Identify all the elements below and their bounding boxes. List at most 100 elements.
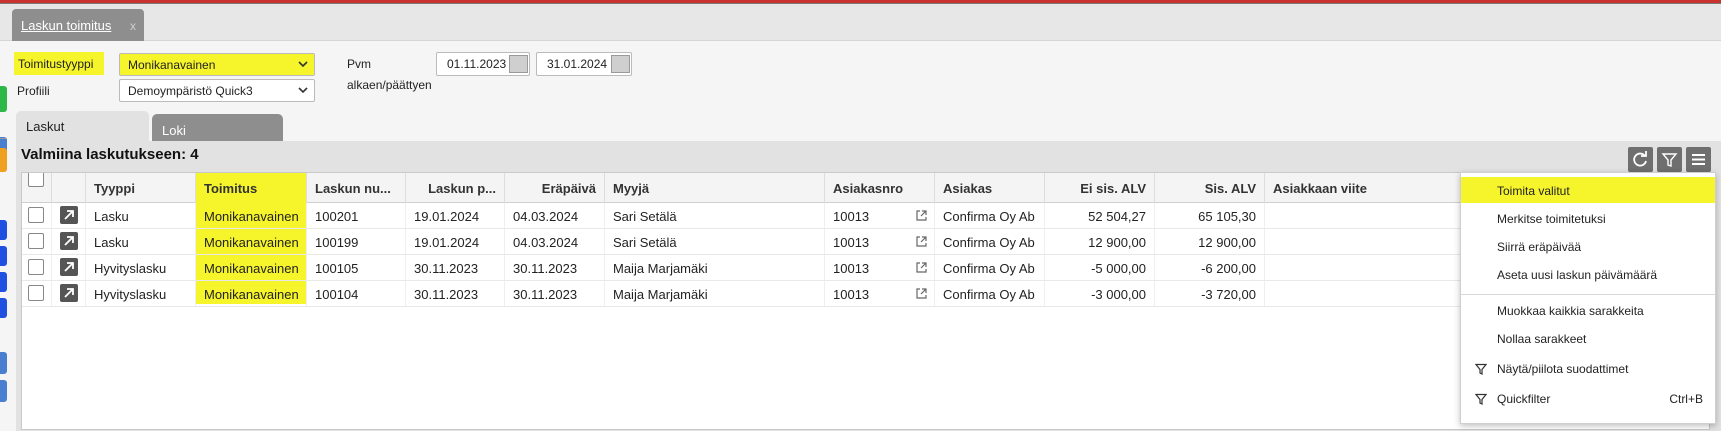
marker-orange	[0, 148, 7, 172]
delivery-type-select[interactable]: Monikanavainen	[119, 53, 315, 76]
cell-customer-number: 10013	[825, 281, 935, 306]
menu-button[interactable]	[1686, 147, 1711, 172]
tab-laskut[interactable]: Laskut	[16, 111, 149, 141]
menu-item-set-invoice-date[interactable]: Aseta uusi laskun päivämäärä	[1461, 261, 1715, 287]
cell-invoice-date: 30.11.2023	[406, 281, 505, 306]
header-due-date[interactable]: Eräpäivä	[505, 173, 605, 203]
marker-green	[0, 86, 7, 112]
row-checkbox-cell	[22, 281, 52, 306]
external-link-icon[interactable]	[915, 261, 928, 274]
customer-number-text: 10013	[833, 261, 870, 276]
header-gross-amount[interactable]: Sis. ALV	[1155, 173, 1265, 203]
header-delivery[interactable]: Toimitus	[196, 173, 307, 203]
marker-blue-6	[0, 380, 7, 402]
date-label-1: Pvm	[347, 57, 371, 71]
table-row[interactable]: Lasku Monikanavainen 100201 19.01.2024 0…	[22, 203, 1711, 229]
header-invoice-date[interactable]: Laskun p...	[406, 173, 505, 203]
cell-delivery: Monikanavainen	[196, 255, 307, 280]
filter-icon	[1661, 153, 1678, 167]
chevron-down-icon	[298, 61, 308, 68]
quickfilter-shortcut: Ctrl+B	[1669, 392, 1703, 406]
cell-delivery: Monikanavainen	[196, 203, 307, 228]
menu-item-move-due-date[interactable]: Siirrä eräpäivää	[1461, 233, 1715, 259]
cell-due-date: 30.11.2023	[505, 255, 605, 280]
cell-customer-number: 10013	[825, 203, 935, 228]
calendar-icon[interactable]	[611, 55, 630, 73]
tab-loki[interactable]: Loki	[152, 114, 283, 141]
row-checkbox[interactable]	[28, 285, 44, 301]
select-all-checkbox[interactable]	[28, 173, 44, 187]
header-seller[interactable]: Myyjä	[605, 173, 825, 203]
cell-type: Hyvityslasku	[86, 255, 196, 280]
grid-actions-menu: Toimita valitut Merkitse toimitetuksi Si…	[1460, 172, 1716, 424]
row-checkbox-cell	[22, 255, 52, 280]
refresh-button[interactable]	[1628, 147, 1653, 172]
filter-button[interactable]	[1657, 147, 1682, 172]
cell-due-date: 04.03.2024	[505, 203, 605, 228]
cell-invoice-number: 100104	[307, 281, 406, 306]
cell-net-amount: -5 000,00	[1045, 255, 1155, 280]
header-customer-reference[interactable]: Asiakkaan viite	[1265, 173, 1465, 203]
customer-number-text: 10013	[833, 287, 870, 302]
marker-blue-5	[0, 352, 7, 374]
cell-customer: Confirma Oy Ab	[935, 281, 1045, 306]
row-checkbox-cell	[22, 229, 52, 254]
row-checkbox[interactable]	[28, 233, 44, 249]
filter-icon	[1475, 393, 1487, 405]
cell-customer: Confirma Oy Ab	[935, 255, 1045, 280]
table-row[interactable]: Lasku Monikanavainen 100199 19.01.2024 0…	[22, 229, 1711, 255]
cell-gross-amount: 65 105,30	[1155, 203, 1265, 228]
marker-blue-4	[0, 298, 7, 318]
open-arrow-icon[interactable]	[60, 206, 78, 224]
date-from-input[interactable]: 01.11.2023	[436, 52, 530, 76]
cell-customer-number: 10013	[825, 255, 935, 280]
date-from-value: 01.11.2023	[447, 57, 507, 71]
profile-select[interactable]: Demoympäristö Quick3	[119, 79, 315, 102]
cell-customer-number: 10013	[825, 229, 935, 254]
external-link-icon[interactable]	[915, 235, 928, 248]
cell-type: Lasku	[86, 229, 196, 254]
cell-type: Lasku	[86, 203, 196, 228]
menu-item-edit-all-columns[interactable]: Muokkaa kaikkia sarakkeita	[1461, 297, 1715, 323]
header-customer[interactable]: Asiakas	[935, 173, 1045, 203]
calendar-icon[interactable]	[509, 55, 528, 73]
cell-gross-amount: -6 200,00	[1155, 255, 1265, 280]
cell-gross-amount: -3 720,00	[1155, 281, 1265, 306]
header-customer-number[interactable]: Asiakasnro	[825, 173, 935, 203]
cell-due-date: 30.11.2023	[505, 281, 605, 306]
cell-net-amount: -3 000,00	[1045, 281, 1155, 306]
menu-item-quickfilter[interactable]: Quickfilter Ctrl+B	[1461, 385, 1715, 411]
menu-item-reset-columns[interactable]: Nollaa sarakkeet	[1461, 325, 1715, 351]
row-open-cell	[52, 281, 86, 306]
date-to-input[interactable]: 31.01.2024	[536, 52, 632, 76]
external-link-icon[interactable]	[915, 209, 928, 222]
header-invoice-number[interactable]: Laskun nu...	[307, 173, 406, 203]
open-arrow-icon[interactable]	[60, 258, 78, 276]
grid-header: Tyyppi Toimitus Laskun nu... Laskun p...…	[22, 173, 1711, 203]
close-tab-icon[interactable]: x	[130, 19, 136, 33]
profile-label: Profiili	[17, 84, 50, 98]
invoice-grid: Tyyppi Toimitus Laskun nu... Laskun p...…	[21, 172, 1711, 430]
header-net-amount[interactable]: Ei sis. ALV	[1045, 173, 1155, 203]
table-row[interactable]: Hyvityslasku Monikanavainen 100104 30.11…	[22, 281, 1711, 307]
tab-laskun-toimitus[interactable]: Laskun toimitus x	[12, 9, 144, 41]
cell-gross-amount: 12 900,00	[1155, 229, 1265, 254]
menu-item-mark-delivered[interactable]: Merkitse toimitetuksi	[1461, 205, 1715, 231]
external-link-icon[interactable]	[915, 287, 928, 300]
row-checkbox[interactable]	[28, 207, 44, 223]
refresh-icon	[1633, 151, 1647, 167]
menu-item-deliver-selected[interactable]: Toimita valitut	[1461, 177, 1715, 203]
cell-type: Hyvityslasku	[86, 281, 196, 306]
filter-icon	[1475, 363, 1487, 375]
chevron-down-icon	[298, 87, 308, 94]
menu-item-label: Quickfilter	[1497, 392, 1551, 406]
cell-customer: Confirma Oy Ab	[935, 229, 1045, 254]
open-arrow-icon[interactable]	[60, 284, 78, 302]
header-type[interactable]: Tyyppi	[86, 173, 196, 203]
table-row[interactable]: Hyvityslasku Monikanavainen 100105 30.11…	[22, 255, 1711, 281]
row-checkbox-cell	[22, 203, 52, 228]
menu-item-toggle-filters[interactable]: Näytä/piilota suodattimet	[1461, 355, 1715, 381]
hamburger-icon	[1692, 154, 1705, 165]
open-arrow-icon[interactable]	[60, 232, 78, 250]
row-checkbox[interactable]	[28, 259, 44, 275]
